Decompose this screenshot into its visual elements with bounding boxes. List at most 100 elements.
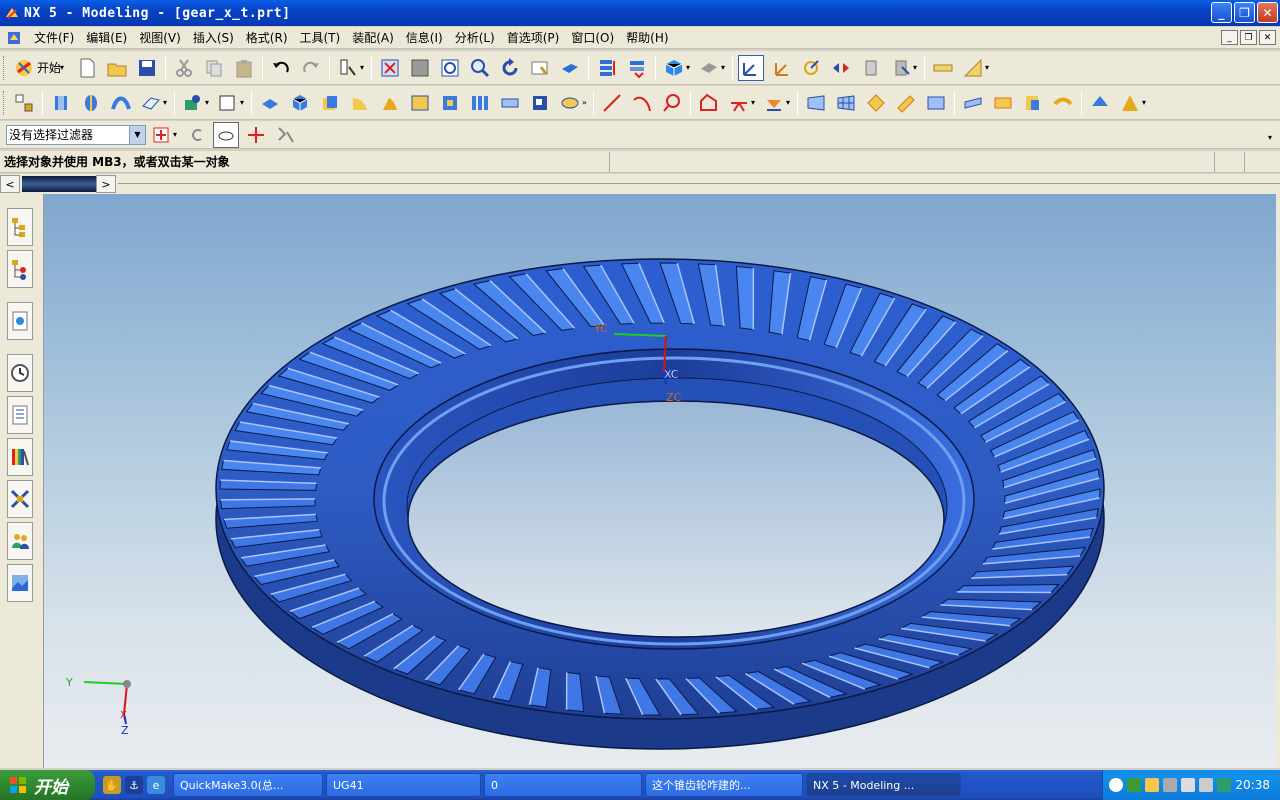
circle-icon[interactable] xyxy=(659,90,685,116)
menu-insert[interactable]: 插入(S) xyxy=(187,27,240,49)
quicklaunch-browser-icon[interactable]: e xyxy=(147,776,165,794)
reset-filter-icon[interactable] xyxy=(183,122,209,148)
derived-curve-icon[interactable] xyxy=(726,90,752,116)
measure-distance-icon[interactable] xyxy=(930,55,956,81)
scroll-right-button[interactable]: > xyxy=(96,175,116,193)
patch-icon[interactable] xyxy=(1117,90,1143,116)
intersect-icon[interactable] xyxy=(557,90,583,116)
task-browser[interactable]: 这个锥齿轮咋建的... xyxy=(645,773,803,797)
rectangle-icon[interactable] xyxy=(215,90,241,116)
open-folder-icon[interactable] xyxy=(104,55,130,81)
wcs-rotate-icon[interactable] xyxy=(798,55,824,81)
process-studio-tab[interactable] xyxy=(7,480,33,518)
doc-restore-button[interactable]: ❐ xyxy=(1240,30,1257,45)
quicklaunch-anchor-icon[interactable]: ⚓ xyxy=(125,776,143,794)
quicklaunch-app-icon[interactable]: ✋ xyxy=(103,776,121,794)
menu-analysis[interactable]: 分析(L) xyxy=(449,27,501,49)
menu-file[interactable]: 文件(F) xyxy=(28,27,80,49)
bounded-plane-icon[interactable] xyxy=(923,90,949,116)
bevel-gear-model[interactable]: YC XC ZC Y X Z xyxy=(44,194,1276,768)
line-icon[interactable] xyxy=(599,90,625,116)
reuse-library-tab[interactable] xyxy=(7,396,33,434)
instance-feature-icon[interactable] xyxy=(467,90,493,116)
zoom-in-out-icon[interactable] xyxy=(467,55,493,81)
background-icon[interactable] xyxy=(696,55,722,81)
part-navigator-tab[interactable] xyxy=(7,250,33,288)
toolbar-overflow-icon[interactable]: ▾ xyxy=(1268,133,1272,142)
layer-settings-icon[interactable] xyxy=(594,55,620,81)
task-ug41[interactable]: UG41 xyxy=(326,773,481,797)
task-nx5[interactable]: NX 5 - Modeling ... xyxy=(806,773,961,797)
through-curves-icon[interactable] xyxy=(803,90,829,116)
block-icon[interactable] xyxy=(287,90,313,116)
curve-mesh-icon[interactable] xyxy=(833,90,859,116)
curve-operation-icon[interactable] xyxy=(761,90,787,116)
swept-surface-icon[interactable] xyxy=(863,90,889,116)
edge-blend-icon[interactable] xyxy=(347,90,373,116)
tray-qq-icon[interactable] xyxy=(1145,778,1159,792)
wcs-origin-icon[interactable] xyxy=(768,55,794,81)
hole-icon[interactable] xyxy=(437,90,463,116)
document-icon[interactable] xyxy=(6,30,22,46)
assembly-select-icon[interactable] xyxy=(273,122,299,148)
new-file-icon[interactable] xyxy=(74,55,100,81)
wcs-save-icon[interactable] xyxy=(858,55,884,81)
menu-assembly[interactable]: 装配(A) xyxy=(346,27,400,49)
menu-preferences[interactable]: 首选项(P) xyxy=(501,27,566,49)
assembly-navigator-tab[interactable] xyxy=(7,208,33,246)
wcs-dynamics-icon[interactable] xyxy=(738,54,765,81)
menu-window[interactable]: 窗口(O) xyxy=(565,27,620,49)
type-filter-icon[interactable] xyxy=(148,122,174,148)
doc-close-button[interactable]: ✕ xyxy=(1259,30,1276,45)
web-browser-tab[interactable] xyxy=(7,302,33,340)
save-icon[interactable] xyxy=(134,55,160,81)
menu-tools[interactable]: 工具(T) xyxy=(294,27,347,49)
cut-icon[interactable] xyxy=(171,55,197,81)
scroll-thumb[interactable] xyxy=(22,176,97,192)
windows-start-button[interactable]: 开始 xyxy=(0,770,95,800)
tray-volume-icon[interactable] xyxy=(1199,778,1213,792)
copy-icon[interactable] xyxy=(201,55,227,81)
selection-filter-dropdown[interactable]: 没有选择过滤器 ▼ xyxy=(6,124,146,145)
tray-network-icon[interactable] xyxy=(1181,778,1195,792)
basic-curve-icon[interactable] xyxy=(696,90,722,116)
chevron-down-icon[interactable]: ▼ xyxy=(129,125,145,144)
task-quickmake[interactable]: QuickMake3.0(总... xyxy=(173,773,323,797)
sketch-icon[interactable] xyxy=(180,90,206,116)
pan-icon[interactable] xyxy=(527,55,553,81)
subtract-icon[interactable] xyxy=(527,90,553,116)
redo-icon[interactable] xyxy=(298,55,324,81)
menu-edit[interactable]: 编辑(E) xyxy=(80,27,133,49)
wcs-orient-icon[interactable] xyxy=(828,55,854,81)
wcs-display-icon[interactable] xyxy=(888,55,914,81)
pad-icon[interactable] xyxy=(317,90,343,116)
doc-minimize-button[interactable]: _ xyxy=(1221,30,1238,45)
shell-icon[interactable] xyxy=(407,90,433,116)
paste-icon[interactable] xyxy=(231,55,257,81)
history-tab[interactable] xyxy=(7,354,33,392)
roles-tab[interactable] xyxy=(7,522,33,560)
menu-information[interactable]: 信息(I) xyxy=(400,27,449,49)
undo-icon[interactable] xyxy=(268,55,294,81)
move-layer-icon[interactable] xyxy=(624,55,650,81)
graphics-window[interactable]: YC XC ZC Y X Z xyxy=(44,194,1280,768)
close-button[interactable]: ✕ xyxy=(1257,2,1278,23)
offset-surface-icon[interactable] xyxy=(960,90,986,116)
unite-icon[interactable] xyxy=(497,90,523,116)
render-style-icon[interactable] xyxy=(661,55,687,81)
thicken-icon[interactable] xyxy=(990,90,1016,116)
offset-face-icon[interactable] xyxy=(257,90,283,116)
task-folder[interactable]: 0 xyxy=(484,773,642,797)
scroll-left-button[interactable]: < xyxy=(0,175,20,193)
menu-help[interactable]: 帮助(H) xyxy=(620,27,674,49)
system-scene-tab[interactable] xyxy=(7,564,33,602)
rotate-icon[interactable] xyxy=(497,55,523,81)
datum-plane-icon[interactable] xyxy=(138,90,164,116)
information-icon[interactable] xyxy=(335,55,361,81)
trim-body-icon[interactable] xyxy=(1020,90,1046,116)
tray-expand-icon[interactable] xyxy=(1109,778,1123,792)
arc-icon[interactable] xyxy=(629,90,655,116)
menu-view[interactable]: 视图(V) xyxy=(133,27,187,49)
minimize-button[interactable]: _ xyxy=(1211,2,1232,23)
chamfer-icon[interactable] xyxy=(377,90,403,116)
